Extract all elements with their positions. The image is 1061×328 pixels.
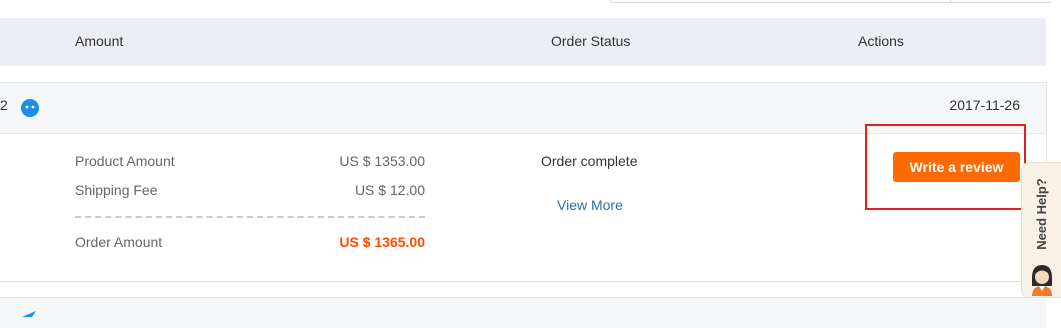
shipping-fee-label: Shipping Fee: [75, 182, 158, 198]
amount-column-header: Amount: [75, 33, 124, 49]
order-status-column-header: Order Status: [551, 33, 631, 49]
need-help-tab[interactable]: Need Help?: [1021, 162, 1061, 298]
product-amount-value: US $ 1353.00: [339, 153, 425, 169]
shipping-fee-value: US $ 12.00: [354, 182, 425, 198]
order-card-header: 2 2017-11-26: [0, 83, 1046, 134]
blue-triangle-icon: [22, 311, 36, 317]
round-blue-badge-icon[interactable]: [19, 96, 41, 118]
product-amount-label: Product Amount: [75, 153, 175, 169]
need-help-label: Need Help?: [1034, 178, 1049, 250]
order-date: 2017-11-26: [949, 97, 1020, 113]
amount-divider: [75, 216, 425, 218]
view-more-link[interactable]: View More: [557, 197, 623, 213]
order-amount-value: US $ 1365.00: [339, 234, 425, 250]
next-order-card-header: [0, 297, 1046, 328]
order-status-text: Order complete: [541, 153, 638, 169]
order-number: 2: [0, 97, 8, 113]
order-card: 2 2017-11-26 Product Amount US $ 1353.00…: [0, 82, 1047, 282]
write-review-button[interactable]: Write a review: [893, 152, 1020, 182]
support-agent-avatar-icon: [1032, 265, 1052, 296]
search-field-edge[interactable]: [610, 0, 1051, 3]
orders-table-header: Amount Order Status Actions: [0, 18, 1046, 66]
actions-column-header: Actions: [858, 33, 904, 49]
order-amount-label: Order Amount: [75, 234, 163, 250]
